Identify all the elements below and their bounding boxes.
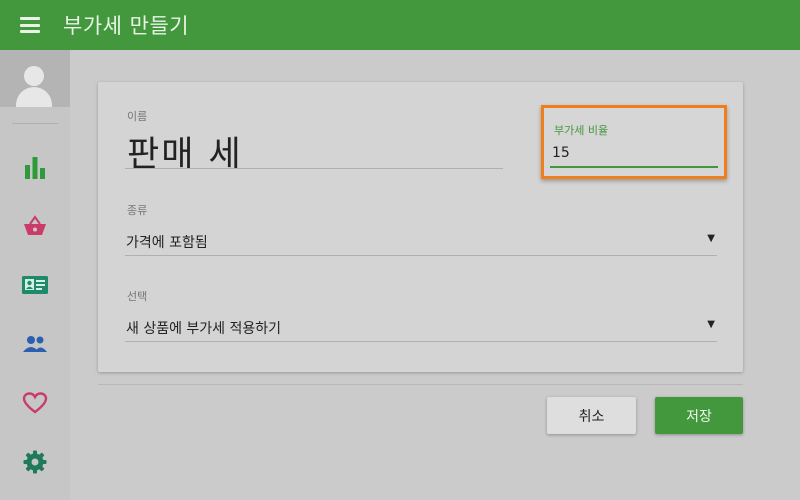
- sidebar: [0, 50, 70, 500]
- option-select-value: 새 상품에 부가세 적용하기: [126, 321, 282, 337]
- bar-chart-icon: [25, 157, 45, 179]
- save-button[interactable]: 저장: [655, 397, 743, 434]
- tax-rate-label: 부가세 비율: [554, 124, 609, 137]
- sidebar-item-customers[interactable]: [17, 267, 53, 303]
- cancel-button[interactable]: 취소: [547, 397, 636, 434]
- hamburger-menu-icon[interactable]: [20, 17, 40, 33]
- avatar[interactable]: [0, 50, 70, 107]
- app-header: 부가세 만들기: [0, 0, 800, 50]
- sidebar-divider: [12, 123, 58, 124]
- name-field[interactable]: 판매 세: [127, 126, 243, 177]
- sidebar-item-favorites[interactable]: [17, 385, 53, 421]
- people-icon: [23, 336, 47, 352]
- type-select[interactable]: 가격에 포함됨 ▼: [125, 226, 717, 256]
- type-select-value: 가격에 포함됨: [126, 235, 208, 251]
- name-label: 이름: [127, 110, 148, 123]
- option-select[interactable]: 새 상품에 부가세 적용하기 ▼: [125, 312, 717, 342]
- name-underline: [125, 168, 503, 169]
- contact-card-icon: [22, 276, 48, 294]
- option-label: 선택: [127, 290, 148, 303]
- page-title: 부가세 만들기: [63, 14, 190, 38]
- sidebar-item-sales[interactable]: [17, 208, 53, 244]
- tax-rate-field-container: 부가세 비율: [541, 105, 727, 179]
- sidebar-item-employees[interactable]: [17, 326, 53, 362]
- form-divider: [98, 384, 743, 385]
- type-label: 종류: [127, 204, 148, 217]
- tax-rate-underline: [550, 166, 718, 168]
- basket-icon: [24, 215, 46, 235]
- heart-icon: [22, 392, 48, 414]
- gear-icon: [23, 450, 47, 474]
- tax-rate-input[interactable]: [552, 145, 712, 161]
- dropdown-arrow-icon: ▼: [707, 319, 715, 330]
- sidebar-item-settings[interactable]: [17, 444, 53, 480]
- sidebar-item-reports[interactable]: [17, 149, 53, 185]
- dropdown-arrow-icon: ▼: [707, 233, 715, 244]
